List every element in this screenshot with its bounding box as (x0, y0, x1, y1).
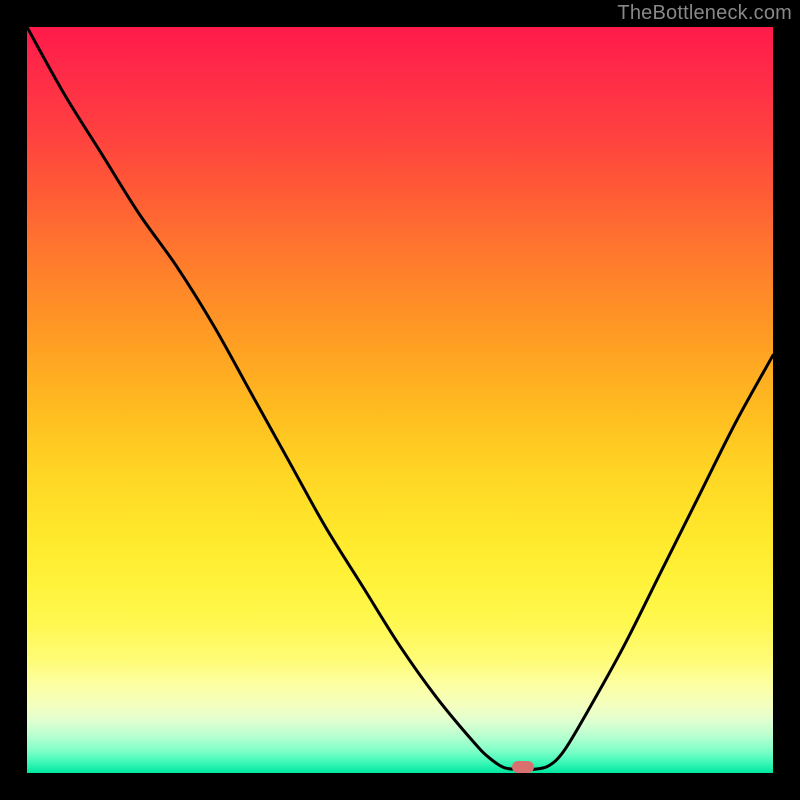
bottleneck-curve (27, 27, 773, 773)
watermark-text: TheBottleneck.com (617, 2, 792, 25)
highlight-marker (512, 761, 534, 773)
chart-container: TheBottleneck.com (0, 0, 800, 800)
